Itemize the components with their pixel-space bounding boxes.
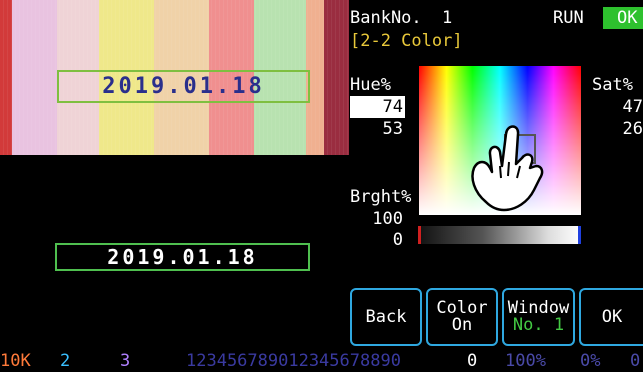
hue-value: 74 bbox=[382, 97, 403, 117]
marker-3: 3 bbox=[120, 351, 131, 371]
brightness-slider-end bbox=[578, 226, 581, 244]
run-status: RUN bbox=[553, 8, 584, 28]
sat-value-secondary: 26 bbox=[622, 119, 643, 139]
ok-button[interactable]: OK bbox=[579, 288, 643, 346]
back-button[interactable]: Back bbox=[350, 288, 422, 346]
color-toggle-button[interactable]: Color On bbox=[426, 288, 498, 346]
window-button[interactable]: Window No. 1 bbox=[502, 288, 575, 346]
sat-value: 47 bbox=[622, 97, 643, 117]
digit-readout: 123456789012345678890 bbox=[186, 351, 401, 371]
brightness-value-secondary: 0 bbox=[392, 230, 403, 250]
mode-label: [2-2 Color] bbox=[350, 31, 463, 51]
marker-2: 2 bbox=[60, 351, 71, 371]
window-button-number: No. 1 bbox=[512, 315, 565, 335]
sat-label: Sat% bbox=[592, 75, 633, 95]
brightness-label: Brght% bbox=[350, 187, 412, 207]
brightness-slider-thumb[interactable] bbox=[418, 226, 421, 244]
hue-label: Hue% bbox=[350, 75, 391, 95]
back-button-label: Back bbox=[365, 306, 407, 327]
ok-indicator: 10K bbox=[0, 351, 31, 371]
bank-label: BankNo. bbox=[350, 8, 422, 28]
readout-100-percent: 100% bbox=[505, 351, 546, 371]
brightness-value: 100 bbox=[372, 209, 403, 229]
hue-value-secondary: 53 bbox=[382, 119, 403, 139]
date-overlay-bottom: 2019.01.18 bbox=[55, 243, 310, 271]
date-overlay-top: 2019.01.18 bbox=[57, 70, 310, 103]
ok-status-badge: OK bbox=[603, 7, 643, 29]
readout-0-percent: 0% bbox=[580, 351, 601, 371]
pointing-hand-icon bbox=[471, 125, 544, 212]
color-button-state: On bbox=[451, 315, 473, 335]
readout-trailing: 0 bbox=[630, 351, 641, 371]
ok-button-label: OK bbox=[601, 306, 623, 327]
bank-number: 1 bbox=[442, 8, 453, 28]
readout-zero: 0 bbox=[467, 351, 478, 371]
brightness-slider[interactable] bbox=[418, 226, 581, 244]
